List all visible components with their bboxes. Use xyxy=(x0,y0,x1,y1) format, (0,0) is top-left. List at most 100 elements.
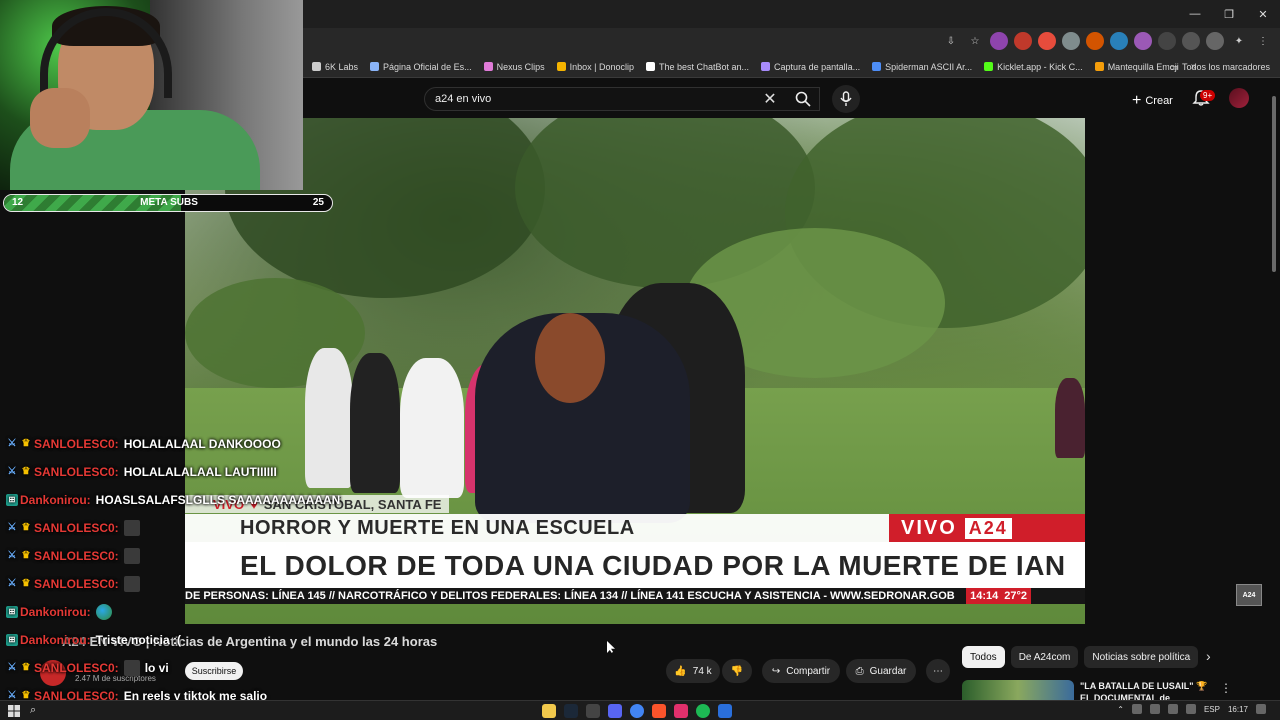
mic-tray-icon[interactable] xyxy=(1131,704,1142,714)
more-actions-button[interactable]: ⋯ xyxy=(926,659,950,683)
close-window-button[interactable]: ✕ xyxy=(1246,0,1280,28)
crown-icon: ♛ xyxy=(21,466,31,477)
bookmark-favicon xyxy=(761,62,771,71)
app-icon[interactable] xyxy=(718,704,732,718)
bookmark-item[interactable]: The best ChatBot an... xyxy=(645,62,749,72)
windows-start-icon[interactable] xyxy=(8,705,20,717)
language-indicator[interactable]: ESP xyxy=(1204,705,1220,714)
like-button[interactable]: 👍 74 k xyxy=(666,659,720,683)
bookmark-item[interactable]: 6K Labs xyxy=(312,62,358,72)
account-avatar[interactable] xyxy=(1229,88,1249,108)
bookmark-label: 6K Labs xyxy=(325,61,359,72)
install-icon[interactable]: ⇩ xyxy=(942,32,960,50)
bookmark-favicon xyxy=(1094,62,1104,71)
folder-icon: ▭ xyxy=(1169,61,1178,72)
menu-icon[interactable]: ⋮ xyxy=(1254,32,1272,50)
bookmark-label: Kicklet.app - Kick C... xyxy=(997,61,1083,72)
more-vertical-icon[interactable]: ⋮ xyxy=(1220,681,1232,695)
ticker-time: 14:14 xyxy=(970,590,999,602)
bookmark-item[interactable]: Mantequilla Emoji xyxy=(1094,61,1179,72)
share-button[interactable]: ↪ Compartir xyxy=(762,659,840,683)
bookmark-item[interactable]: Inbox | Donoclip xyxy=(556,62,634,72)
bookmark-item[interactable]: Nexus Clips xyxy=(483,62,545,72)
chat-text: lo vi xyxy=(144,661,169,675)
taskbar-clock[interactable]: 16:17 xyxy=(1228,705,1248,714)
chrome-icon[interactable] xyxy=(630,704,644,718)
sword-icon: ⚔ xyxy=(7,578,17,589)
vip-badge-icon: ⊞ xyxy=(6,606,18,618)
notification-center-icon[interactable] xyxy=(1256,704,1266,714)
extension-icon[interactable] xyxy=(1062,32,1080,50)
spotify-icon[interactable] xyxy=(696,704,710,718)
bookmark-item[interactable]: Captura de pantalla... xyxy=(761,62,860,72)
app-tray-icon[interactable] xyxy=(1149,704,1160,714)
close-icon[interactable]: ✕ xyxy=(760,89,780,109)
save-button[interactable]: ⎙ Guardar xyxy=(846,659,916,683)
all-bookmarks-button[interactable]: ▭ Todos los marcadores xyxy=(1169,56,1270,78)
extension-icon[interactable] xyxy=(1206,32,1224,50)
bookmark-star-icon[interactable]: ☆ xyxy=(966,32,984,50)
taskbar-search-icon[interactable]: ⌕ xyxy=(30,704,36,717)
chip-from-channel[interactable]: De A24com xyxy=(1010,646,1079,668)
create-button[interactable]: + Crear xyxy=(1124,88,1181,114)
mouse-cursor-icon xyxy=(607,641,615,653)
chevron-right-icon[interactable]: › xyxy=(1206,648,1211,664)
chip-all[interactable]: Todos xyxy=(962,646,1005,668)
chat-message: ⊞ Dankonirou: Triste noticia :( xyxy=(6,626,476,654)
restore-button[interactable]: ❐ xyxy=(1212,0,1246,28)
extension-icon[interactable] xyxy=(1158,32,1176,50)
dislike-button[interactable]: 👎 xyxy=(722,659,752,683)
crown-icon: ♛ xyxy=(21,578,31,589)
chat-username: SANLOLESC0: xyxy=(34,437,119,451)
extension-icon[interactable] xyxy=(1182,32,1200,50)
volume-icon[interactable] xyxy=(1185,704,1196,714)
window-controls: — ❐ ✕ xyxy=(1178,0,1280,28)
stream-chat: ⚔ ♛ SANLOLESC0: HOLALALAAL DANKOOOO ⚔ ♛ SANLOL… xyxy=(6,430,476,710)
extension-icon[interactable] xyxy=(1110,32,1128,50)
chevron-up-icon[interactable]: ⌃ xyxy=(1117,705,1124,714)
chat-message: ⚔ ♛ SANLOLESC0: HOLALALAAL DANKOOOO xyxy=(6,430,476,458)
media-app-icon[interactable] xyxy=(674,704,688,718)
bookmark-item[interactable]: Kicklet.app - Kick C... xyxy=(984,62,1083,72)
voice-search-button[interactable] xyxy=(832,85,860,113)
extension-icon[interactable] xyxy=(1086,32,1104,50)
video-scene-hair xyxy=(535,313,605,403)
emote-icon xyxy=(123,576,140,592)
crown-icon: ♛ xyxy=(21,522,31,533)
create-label: Crear xyxy=(1145,95,1173,107)
minimize-button[interactable]: — xyxy=(1178,0,1212,28)
chat-message: ⊞ Dankonirou: xyxy=(6,598,476,626)
chat-message: ⚔ ♛ SANLOLESC0: HOLALALALAAL LAUTIIIIII xyxy=(6,458,476,486)
bookmark-favicon xyxy=(556,62,566,71)
emote-icon xyxy=(123,520,140,536)
globe-emote-icon xyxy=(95,604,112,620)
system-tray: ⌃ ESP 16:17 xyxy=(1117,704,1266,714)
bookmark-favicon xyxy=(645,62,655,71)
file-explorer-icon[interactable] xyxy=(542,704,556,718)
extension-icon[interactable] xyxy=(1014,32,1032,50)
recommended-video-thumbnail[interactable] xyxy=(962,680,1074,702)
more-horizontal-icon: ⋯ xyxy=(933,665,943,677)
bookmark-item[interactable]: Página Oficial de Es... xyxy=(370,62,472,72)
search-button[interactable] xyxy=(786,87,820,111)
share-icon: ↪ xyxy=(771,665,781,677)
obs-icon[interactable] xyxy=(586,704,600,718)
scrollbar-thumb[interactable] xyxy=(1272,96,1276,272)
extension-icon[interactable] xyxy=(990,32,1008,50)
extensions-puzzle-icon[interactable]: ✦ xyxy=(1230,32,1248,50)
extension-icon[interactable] xyxy=(1134,32,1152,50)
corner-channel-logo: A24 xyxy=(1236,584,1262,606)
chip-politics-news[interactable]: Noticias sobre política xyxy=(1084,646,1199,668)
bookmark-label: Mantequilla Emoji xyxy=(1107,61,1179,72)
bookmark-favicon xyxy=(984,62,994,71)
bookmark-label: Página Oficial de Es... xyxy=(383,61,472,72)
discord-icon[interactable] xyxy=(608,704,622,718)
network-icon[interactable] xyxy=(1167,704,1178,714)
crown-icon: ♛ xyxy=(21,662,31,673)
bookmark-item[interactable]: Spiderman ASCII Ar... xyxy=(872,62,972,72)
extension-icon[interactable] xyxy=(1038,32,1056,50)
bookmark-favicon xyxy=(370,62,380,71)
steam-icon[interactable] xyxy=(564,704,578,718)
brave-icon[interactable] xyxy=(652,704,666,718)
ticker-temp: 27°2 xyxy=(1004,590,1027,602)
